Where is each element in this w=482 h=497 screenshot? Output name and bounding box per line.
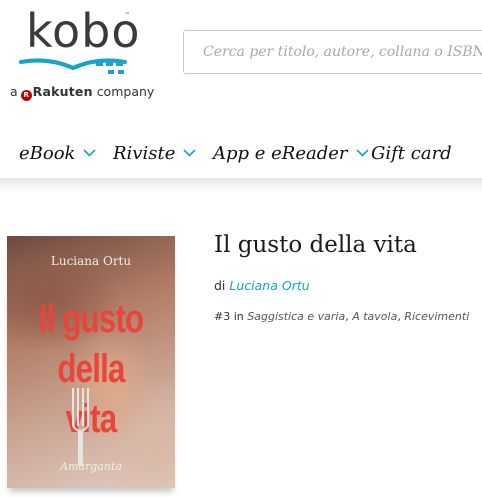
book-title: Il gusto della vita <box>214 232 417 258</box>
category-link[interactable]: Saggistica e varia <box>247 310 345 323</box>
main-nav: eBook Riviste App e eReader Gift card <box>0 130 482 176</box>
nav-item-app-ereader[interactable]: App e eReader <box>213 140 369 166</box>
category-link[interactable]: Ricevimenti <box>404 310 469 323</box>
open-book-icon <box>19 58 127 74</box>
book-rank: #3 in Saggistica e varia, A tavola, Rice… <box>214 310 470 323</box>
cover-title-line: Il gusto <box>38 297 144 341</box>
cover-author: Luciana Ortu <box>50 254 132 268</box>
category-link[interactable]: A tavola <box>352 310 397 323</box>
author-link[interactable]: Luciana Ortu <box>229 278 309 293</box>
nav-item-label: eBook <box>19 142 76 164</box>
search-box <box>183 30 482 74</box>
nav-item-label: App e eReader <box>213 142 348 164</box>
rakuten-r-icon: R <box>20 90 32 101</box>
nav-item-gift-card[interactable]: Gift card <box>371 140 452 166</box>
nav-item-ebook[interactable]: eBook <box>19 140 97 166</box>
tagline-brand: Rakuten <box>32 84 93 99</box>
fork-icon <box>72 388 89 466</box>
kobo-logo[interactable]: kobo ™ a R Rakuten company <box>0 0 170 105</box>
logo-tagline: a R Rakuten company <box>10 84 154 101</box>
logo-trademark: ™ <box>124 12 130 19</box>
nav-item-label: Riviste <box>113 142 176 164</box>
search-input[interactable] <box>184 31 482 73</box>
rank-in-label: in <box>233 310 244 323</box>
cover-publisher: Amarganta <box>60 460 122 473</box>
nav-item-riviste[interactable]: Riviste <box>113 140 196 166</box>
nav-divider-shadow <box>0 178 482 192</box>
chevron-down-icon <box>355 149 369 157</box>
rank-position: #3 <box>214 310 231 323</box>
book-cover[interactable]: Luciana Ortu Il gusto della vita Amargan… <box>7 236 175 488</box>
book-author-line: di Luciana Ortu <box>214 278 310 293</box>
tagline-suffix: company <box>96 84 155 99</box>
tagline-prefix: a <box>10 84 18 99</box>
chevron-down-icon <box>83 149 97 157</box>
nav-item-label: Gift card <box>371 142 452 164</box>
chevron-down-icon <box>183 149 196 157</box>
by-label: di <box>214 278 226 293</box>
